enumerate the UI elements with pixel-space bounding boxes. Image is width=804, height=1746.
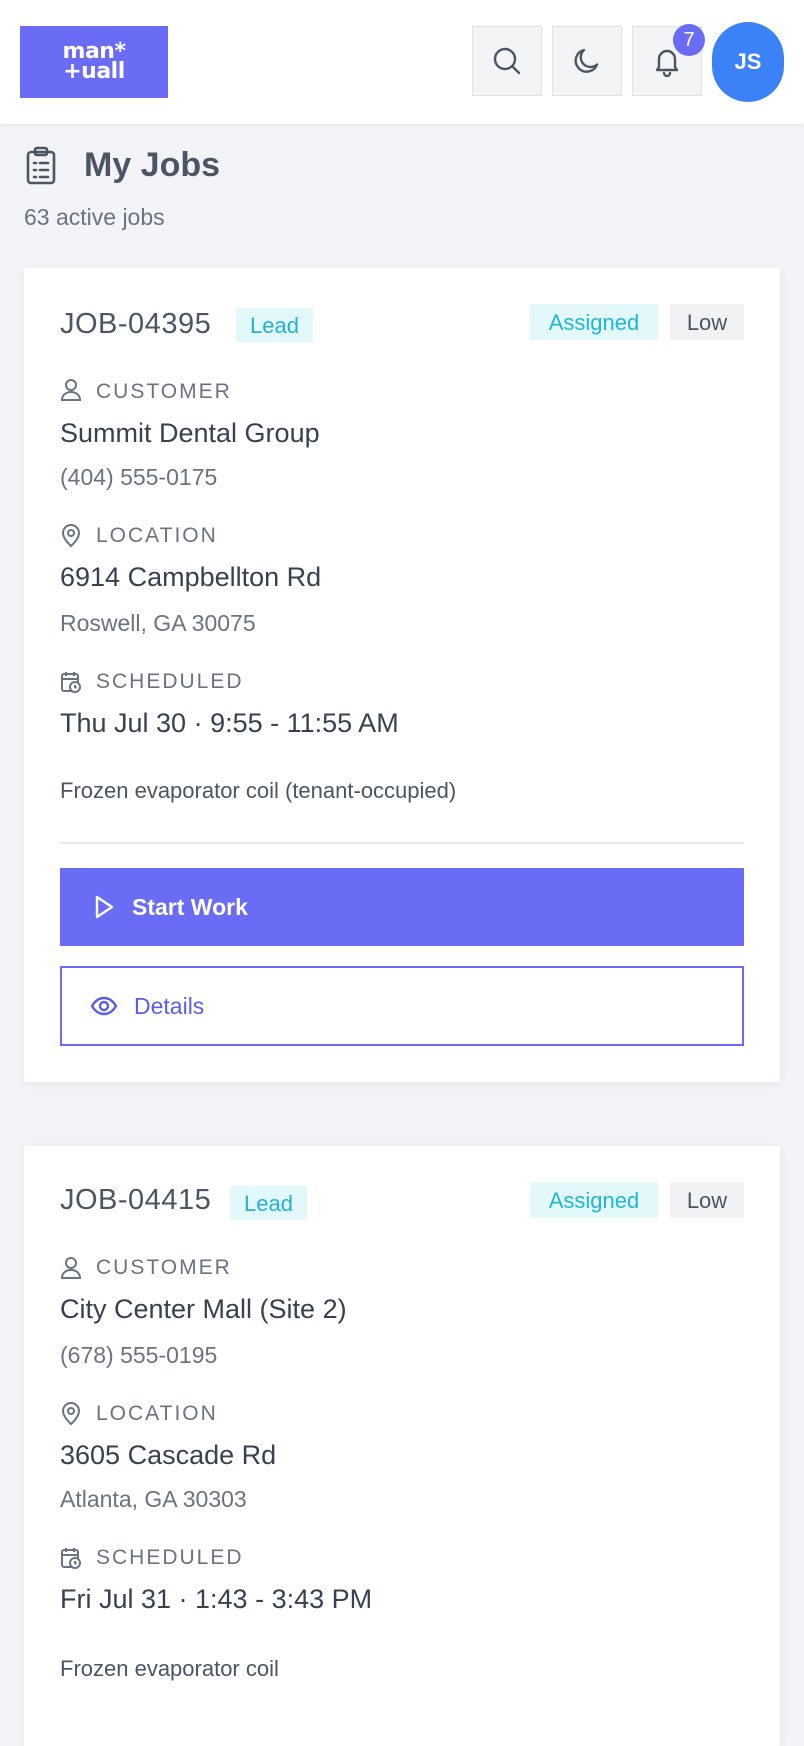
- page-title: My Jobs: [84, 146, 221, 184]
- location-label: LOCATION: [96, 1402, 218, 1425]
- scheduled-label: SCHEDULED: [96, 670, 244, 693]
- status-badge: Assigned: [530, 304, 658, 340]
- job-card: JOB-04395 Lead Assigned Low CUSTOMER Sum…: [24, 268, 780, 1082]
- priority-badge: Low: [670, 304, 744, 340]
- job-description: Frozen evaporator coil: [60, 1656, 279, 1681]
- details-label: Details: [134, 992, 205, 1019]
- scheduled-label: SCHEDULED: [96, 1546, 244, 1569]
- scheduled-time: Fri Jul 31 · 1:43 - 3:43 PM: [60, 1584, 373, 1614]
- logo-line-2: +uall: [63, 59, 125, 84]
- scheduled-time: Thu Jul 30 · 9:55 - 11:55 AM: [60, 708, 399, 738]
- user-avatar[interactable]: JS: [712, 22, 784, 102]
- map-pin-icon: [61, 524, 81, 548]
- clipboard-icon: [26, 146, 56, 185]
- customer-phone[interactable]: (404) 555-0175: [60, 464, 217, 491]
- eye-icon: [90, 996, 118, 1016]
- job-card: JOB-04415 Lead Assigned Low CUSTOMER Cit…: [24, 1146, 780, 1746]
- user-icon: [60, 379, 82, 401]
- address-line-2: Atlanta, GA 30303: [60, 1486, 247, 1512]
- address-line-1: 6914 Campbellton Rd: [60, 562, 322, 592]
- start-work-label: Start Work: [132, 893, 248, 920]
- priority-badge: Low: [670, 1182, 744, 1218]
- address-line-2: Roswell, GA 30075: [60, 610, 256, 636]
- notification-count-badge: 7: [673, 24, 705, 56]
- top-bar: man* +uall 7 JS: [0, 0, 804, 124]
- search-button[interactable]: [472, 26, 542, 96]
- start-work-button[interactable]: Start Work: [60, 868, 744, 946]
- job-type-tag: Lead: [236, 308, 313, 342]
- app-logo[interactable]: man* +uall: [20, 26, 168, 98]
- location-label: LOCATION: [96, 524, 218, 547]
- customer-phone[interactable]: (678) 555-0195: [60, 1342, 217, 1369]
- calendar-clock-icon: [61, 1548, 81, 1569]
- details-button[interactable]: Details: [60, 966, 744, 1046]
- job-description: Frozen evaporator coil (tenant-occupied): [60, 778, 457, 803]
- status-badge: Assigned: [530, 1182, 658, 1218]
- job-id: JOB-04415: [60, 1184, 212, 1216]
- customer-name: City Center Mall (Site 2): [60, 1294, 347, 1324]
- play-icon: [95, 895, 114, 919]
- address-line-1: 3605 Cascade Rd: [60, 1440, 277, 1470]
- search-icon: [493, 47, 521, 75]
- customer-name: Summit Dental Group: [60, 418, 320, 448]
- user-icon: [60, 1257, 82, 1279]
- moon-icon: [574, 48, 599, 73]
- customer-label: CUSTOMER: [96, 1256, 232, 1279]
- job-id: JOB-04395: [60, 308, 212, 340]
- job-type-tag: Lead: [230, 1186, 307, 1220]
- map-pin-icon: [61, 1402, 81, 1426]
- calendar-clock-icon: [61, 672, 81, 693]
- page-subtitle: 63 active jobs: [24, 204, 165, 230]
- card-divider: [60, 842, 744, 844]
- customer-label: CUSTOMER: [96, 380, 232, 403]
- theme-toggle-button[interactable]: [552, 26, 622, 96]
